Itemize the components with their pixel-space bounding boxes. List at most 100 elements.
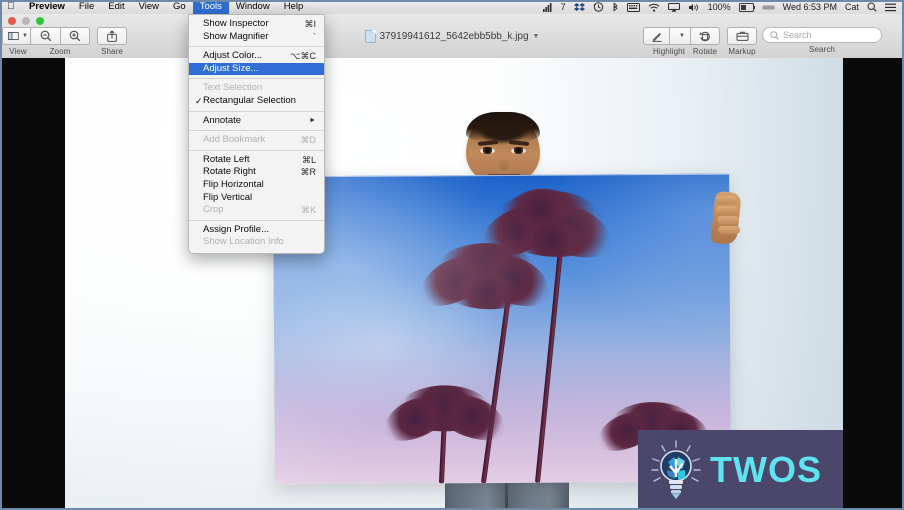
- menu-item-flip-horizontal[interactable]: Flip Horizontal: [189, 179, 324, 192]
- menu-item-assign-profile[interactable]: Assign Profile...: [189, 224, 324, 237]
- document-icon: [364, 30, 376, 43]
- menu-item-flip-vertical[interactable]: Flip Vertical: [189, 192, 324, 205]
- menu-item-show-location-info: Show Location Info: [189, 236, 324, 249]
- screen:  Preview File Edit View Go Tools Window…: [0, 0, 904, 510]
- markup-button[interactable]: [727, 27, 757, 45]
- image-canvas[interactable]: TWOS: [0, 58, 904, 510]
- menu-item-adjust-size[interactable]: Adjust Size...: [189, 62, 324, 76]
- rotate-toolbar-group: Rotate: [690, 27, 720, 56]
- menu-item-show-inspector[interactable]: Show Inspector ⌘I: [189, 18, 324, 31]
- zoom-label: Zoom: [49, 47, 71, 56]
- highlight-button[interactable]: [643, 27, 669, 45]
- submenu-arrow-icon: ►: [309, 116, 316, 124]
- apple-logo-icon[interactable]: : [0, 1, 22, 13]
- menu-window[interactable]: Window: [229, 0, 277, 14]
- highlight-toolbar-group: ▼ Highlight: [643, 27, 695, 56]
- menu-item-label: Flip Vertical: [203, 191, 253, 203]
- battery-icon[interactable]: [735, 0, 758, 14]
- clock-label[interactable]: Wed 6:53 PM: [779, 0, 841, 14]
- user-label[interactable]: Cat: [841, 0, 863, 14]
- menu-item-rectangular-selection[interactable]: ✓ Rectangular Selection: [189, 95, 324, 108]
- menu-item-shortcut: ⌘K: [300, 205, 316, 216]
- menu-item-label: Rectangular Selection: [203, 94, 296, 106]
- menu-preview[interactable]: Preview: [22, 0, 72, 14]
- person-finger: [715, 196, 737, 204]
- zoom-window-button[interactable]: [36, 17, 44, 25]
- menu-item-shortcut: ⌘D: [300, 135, 317, 146]
- menu-separator: [189, 46, 324, 48]
- notification-center-icon[interactable]: [881, 0, 900, 14]
- menu-separator: [189, 219, 324, 221]
- menu-item-label: Flip Horizontal: [203, 178, 264, 190]
- highlight-label: Highlight: [652, 47, 686, 56]
- close-button[interactable]: [8, 17, 16, 25]
- rotate-label: Rotate: [692, 47, 718, 56]
- menu-item-shortcut: ⌘I: [304, 19, 316, 29]
- dropbox-icon[interactable]: [570, 0, 589, 14]
- wifi-bars-icon[interactable]: [539, 0, 557, 14]
- menu-bar-status-area: 7 100% Wed 6:53 PM Cat: [539, 0, 904, 14]
- airplay-icon[interactable]: [664, 0, 684, 14]
- document-title-label: 37919941612_5642ebb5bb_k.jpg: [379, 31, 529, 42]
- chevron-down-icon: ▼: [679, 33, 685, 39]
- person-finger: [716, 206, 738, 214]
- menu-item-shortcut: ⌘L: [301, 154, 316, 165]
- menu-item-rotate-left[interactable]: Rotate Left ⌘L: [189, 154, 324, 167]
- battery-percent-label: 100%: [707, 2, 731, 12]
- person-finger: [717, 216, 739, 224]
- twos-watermark: TWOS: [638, 430, 843, 510]
- lightbulb-icon: [650, 439, 702, 501]
- input-source-icon[interactable]: [758, 0, 779, 14]
- letterbox-right: [843, 58, 904, 510]
- menu-edit[interactable]: Edit: [101, 0, 131, 14]
- view-label: View: [9, 47, 27, 56]
- letterbox-left: [0, 58, 65, 510]
- person-pupil-right: [516, 148, 521, 153]
- markup-label: Markup: [728, 47, 756, 56]
- window-traffic-lights: [8, 17, 44, 25]
- menu-item-shortcut: `: [313, 31, 316, 42]
- preview-window-toolbar: ▼ View Zoom Share 37919941612_5642ebb5bb…: [0, 14, 904, 59]
- keyboard-icon[interactable]: [623, 0, 644, 14]
- chevron-down-icon[interactable]: ▼: [533, 33, 540, 40]
- menu-item-adjust-color[interactable]: Adjust Color... ⌥⌘C: [189, 50, 324, 63]
- search-input[interactable]: Search: [762, 27, 882, 43]
- menu-item-label: Assign Profile...: [203, 223, 269, 235]
- menu-separator: [189, 149, 324, 151]
- person-head: [466, 112, 540, 186]
- rotate-button[interactable]: [690, 27, 720, 45]
- menu-item-show-magnifier[interactable]: Show Magnifier `: [189, 31, 324, 44]
- menu-item-label: Show Inspector: [203, 18, 269, 29]
- photo-viewport[interactable]: TWOS: [65, 58, 843, 510]
- menu-item-label: Rotate Left: [203, 153, 250, 165]
- menu-item-annotate[interactable]: Annotate ►: [189, 115, 324, 128]
- timemachine-icon[interactable]: [589, 0, 608, 14]
- signal-count-label: 7: [560, 2, 566, 12]
- menu-item-label: Text Selection: [203, 82, 263, 94]
- menu-item-label: Rotate Right: [203, 166, 256, 178]
- menu-item-shortcut: ⌥⌘C: [290, 51, 316, 62]
- menu-view[interactable]: View: [132, 0, 166, 14]
- tools-dropdown-menu[interactable]: Show Inspector ⌘I Show Magnifier ` Adjus…: [188, 14, 325, 254]
- menu-bar:  Preview File Edit View Go Tools Window…: [0, 0, 904, 15]
- menu-item-rotate-right[interactable]: Rotate Right ⌘R: [189, 166, 324, 179]
- spotlight-search-icon[interactable]: [863, 0, 881, 14]
- menu-help[interactable]: Help: [277, 0, 311, 14]
- menu-separator: [189, 78, 324, 80]
- wifi-icon[interactable]: [644, 0, 664, 14]
- minimize-button[interactable]: [22, 17, 30, 25]
- person-pupil-left: [485, 148, 490, 153]
- menu-go[interactable]: Go: [166, 0, 193, 14]
- menu-tools[interactable]: Tools: [192, 0, 229, 14]
- menu-item-shortcut: ⌘R: [300, 167, 317, 178]
- menu-file[interactable]: File: [72, 0, 101, 14]
- menu-item-label: Adjust Color...: [203, 50, 263, 62]
- menu-separator: [189, 110, 324, 112]
- search-icon: [770, 30, 779, 40]
- watermark-text: TWOS: [710, 449, 822, 490]
- menu-item-label: Crop: [203, 204, 224, 216]
- person-eyebrow-left: [477, 140, 499, 146]
- markup-toolbar-group: Markup: [727, 27, 757, 56]
- volume-icon[interactable]: [684, 0, 704, 14]
- bluetooth-icon[interactable]: [608, 0, 623, 14]
